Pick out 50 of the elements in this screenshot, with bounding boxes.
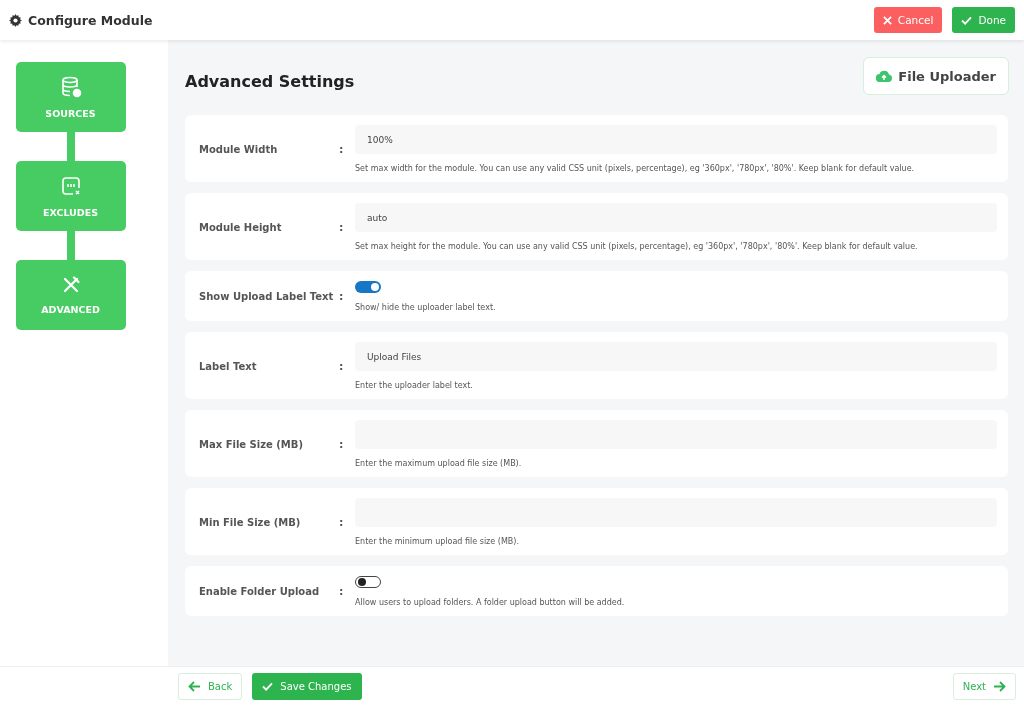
save-changes-button[interactable]: Save Changes [252, 673, 362, 700]
arrow-left-icon [188, 681, 201, 692]
cloud-upload-icon [876, 70, 893, 82]
separator-colon: : [339, 220, 345, 234]
exclude-icon [59, 174, 82, 197]
help-text: Set max width for the module. You can use any valid CSS unit (pixels, percentage), eg '360px', '780px', '80%'. Keep blank for default value. [355, 164, 916, 173]
field-value: Upload Files [367, 351, 422, 362]
step-item[interactable]: EXCLUDES [15, 161, 126, 231]
step-item[interactable]: ADVANCED [15, 260, 126, 330]
back-button[interactable]: Back [178, 673, 243, 700]
setting-label: Show Upload Label Text [199, 291, 335, 302]
help-text: Enter the minimum upload file size (MB). [355, 537, 520, 546]
checkmark-icon [961, 15, 973, 25]
separator-colon: : [339, 142, 345, 156]
separator-colon: : [339, 515, 345, 529]
next-button[interactable]: Next [952, 673, 1016, 700]
toggle-switch[interactable] [355, 281, 381, 293]
checkmark-icon [262, 682, 274, 691]
setting-label: Module Height [199, 221, 283, 233]
separator-colon: : [339, 290, 345, 303]
tools-icon [61, 275, 80, 294]
field-value: auto [367, 212, 388, 223]
help-text: Allow users to upload folders. A folder upload button will be added. [355, 598, 626, 607]
help-text: Enter the uploader label text. [355, 381, 474, 390]
database-icon [59, 75, 82, 98]
input-field[interactable]: 100% [355, 125, 997, 154]
page-title: Configure Module [28, 12, 153, 28]
setting-label: Min File Size (MB) [199, 516, 302, 528]
section-title: Advanced Settings [185, 71, 355, 91]
field-value: 100% [367, 134, 393, 145]
help-text: Show/ hide the uploader label text. [355, 303, 497, 312]
separator-colon: : [339, 585, 345, 598]
badge-label: File Uploader [898, 68, 996, 84]
help-text: Enter the maximum upload file size (MB). [355, 459, 523, 468]
arrow-right-icon [993, 681, 1006, 692]
done-button[interactable]: Done [952, 7, 1015, 33]
input-field[interactable]: auto [355, 203, 997, 232]
setting-label: Module Width [199, 143, 279, 155]
cancel-button[interactable]: Cancel [873, 7, 943, 33]
input-field[interactable]: Upload Files [355, 342, 997, 371]
toggle-switch[interactable] [355, 576, 381, 588]
help-text: Set max height for the module. You can use any valid CSS unit (pixels, percentage), eg '360px', '780px', '80%'. Keep blank for default value. [355, 242, 919, 251]
close-icon [882, 15, 892, 25]
settings-icon [9, 13, 22, 27]
setting-label: Max File Size (MB) [199, 438, 304, 450]
separator-colon: : [339, 359, 345, 373]
setting-label: Enable Folder Upload [199, 586, 321, 597]
setting-label: Label Text [199, 360, 258, 372]
step-item[interactable]: SOURCES [15, 62, 126, 132]
separator-colon: : [339, 437, 345, 451]
